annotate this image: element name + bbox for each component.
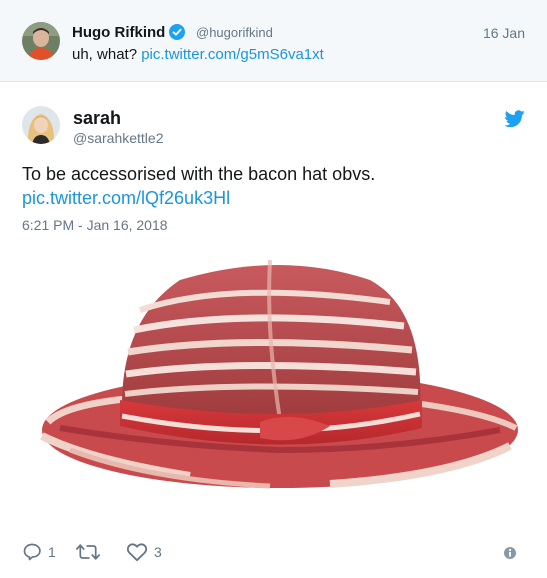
parent-tweet-text: uh, what? pic.twitter.com/g5mS6va1xt	[72, 46, 324, 63]
retweet-button[interactable]	[76, 542, 106, 562]
parent-author-name[interactable]: Hugo Rifkind	[72, 24, 186, 41]
author-handle[interactable]: @sarahkettle2	[73, 130, 163, 146]
like-button[interactable]: 3	[126, 542, 162, 562]
reply-icon	[23, 543, 41, 561]
heart-icon	[126, 543, 148, 562]
tweet-text: To be accessorised with the bacon hat ob…	[22, 164, 376, 184]
tweet-actions: 1 3	[22, 542, 525, 564]
author-name[interactable]: sarah	[73, 108, 121, 129]
parent-tweet-link[interactable]: pic.twitter.com/g5mS6va1xt	[141, 46, 324, 63]
author-avatar[interactable]	[22, 106, 60, 144]
info-icon[interactable]	[503, 546, 517, 560]
parent-author-handle[interactable]: @hugorifkind	[196, 25, 273, 40]
like-count: 3	[154, 544, 162, 560]
parent-tweet-body: uh, what?	[72, 46, 138, 63]
parent-avatar[interactable]	[22, 22, 60, 60]
tweet-timestamp[interactable]: 6:21 PM - Jan 16, 2018	[22, 217, 168, 233]
verified-badge-icon	[169, 24, 186, 40]
parent-date[interactable]: 16 Jan	[483, 25, 525, 41]
reply-button[interactable]: 1	[22, 542, 56, 562]
retweet-icon	[76, 544, 100, 560]
tweet-media-link[interactable]: pic.twitter.com/lQf26uk3Hl	[22, 188, 230, 209]
reply-count: 1	[48, 544, 56, 560]
parent-tweet[interactable]: Hugo Rifkind @hugorifkind 16 Jan uh, wha…	[0, 0, 547, 82]
twitter-bird-icon[interactable]	[505, 110, 525, 127]
bacon-hat-image[interactable]	[30, 250, 530, 520]
